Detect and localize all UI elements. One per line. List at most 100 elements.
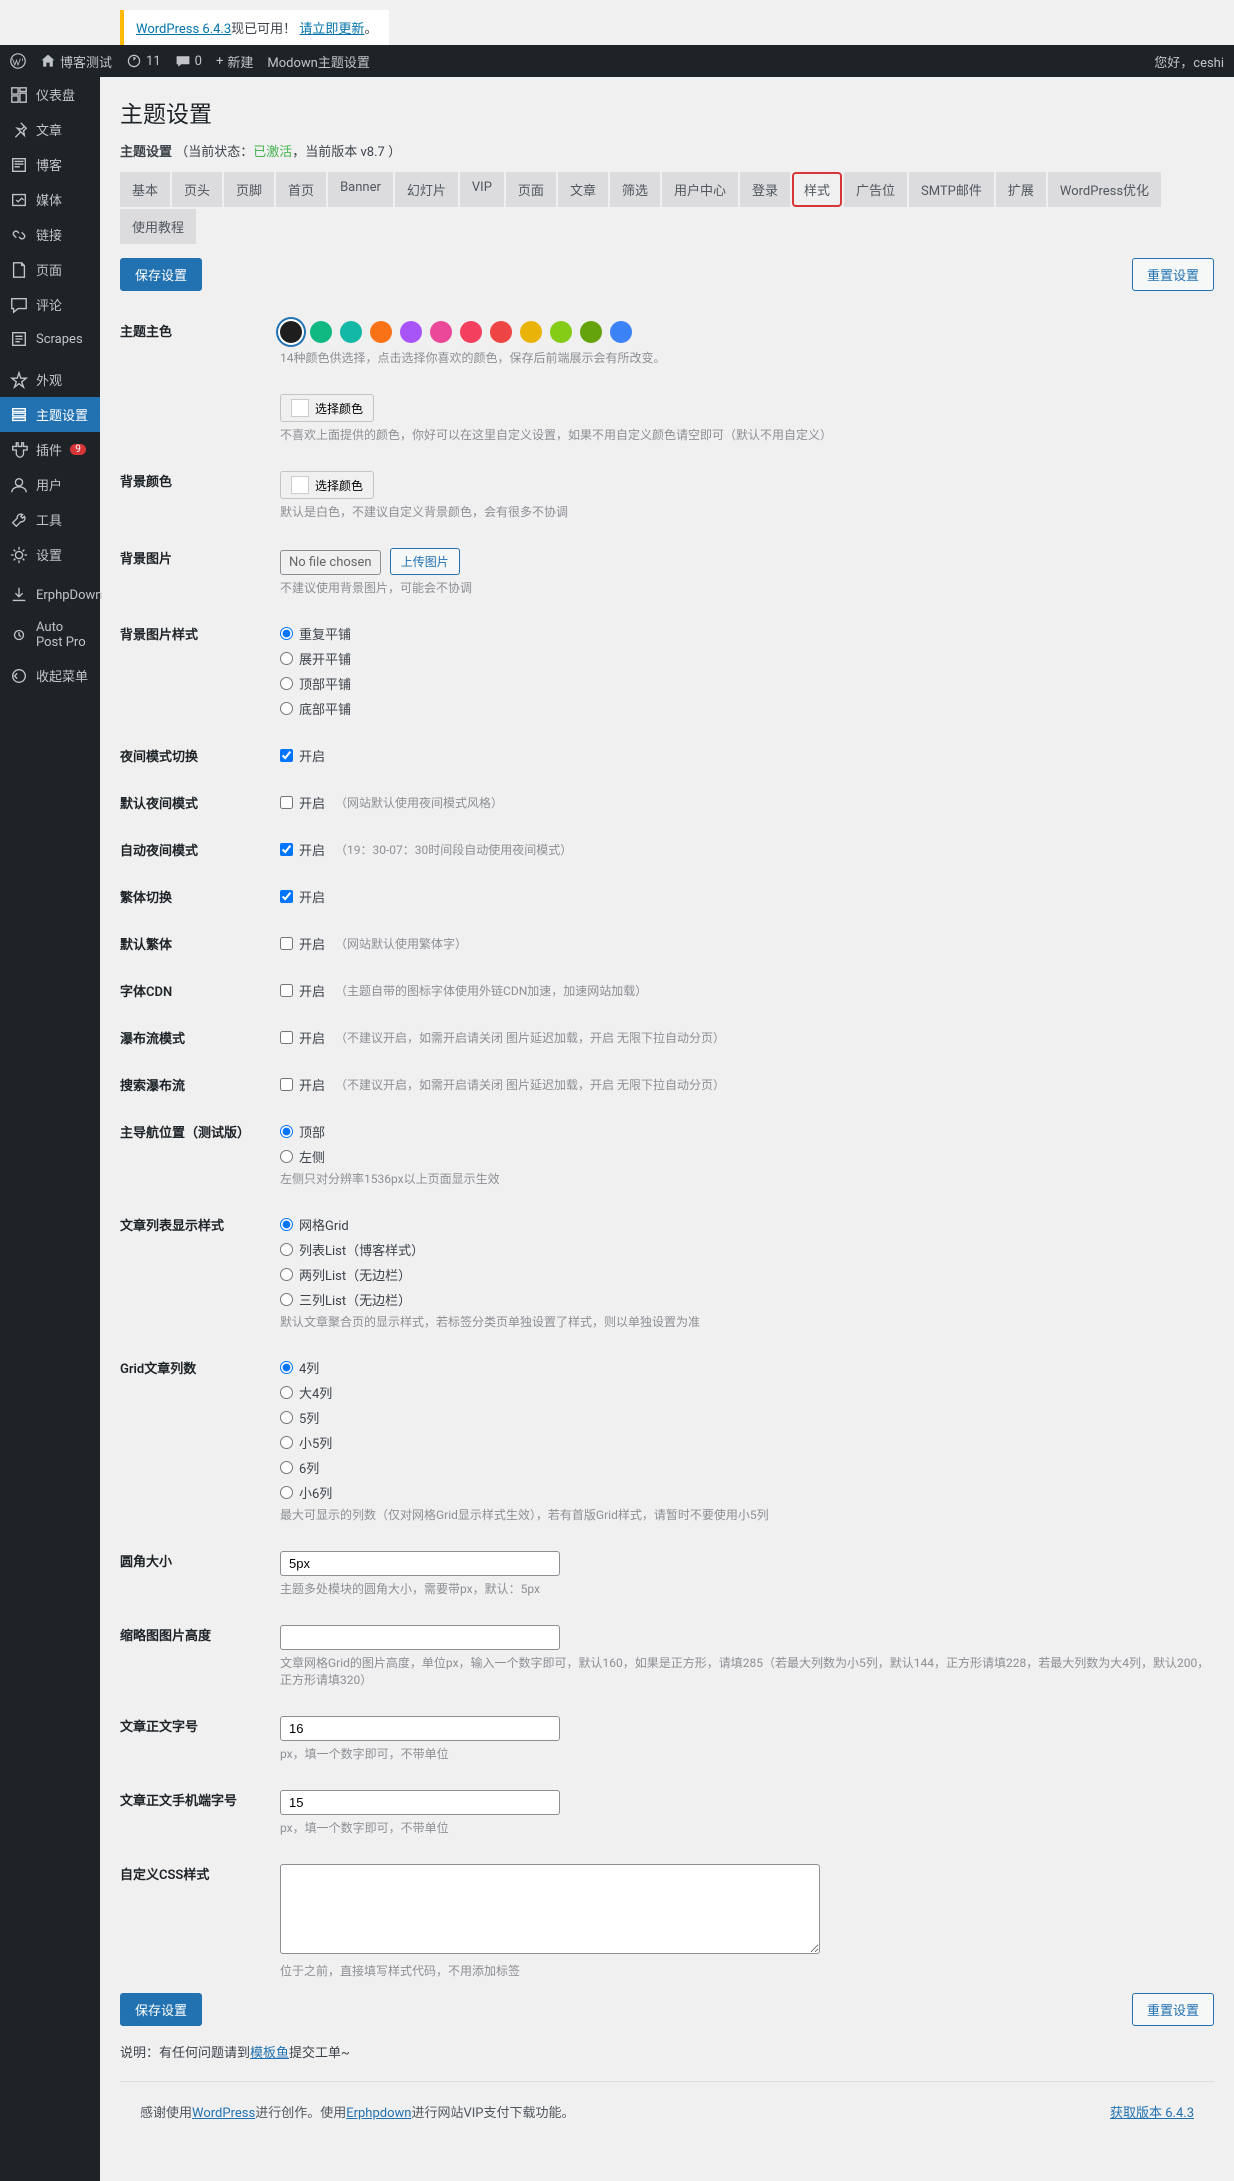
swatch-11[interactable]: [610, 321, 632, 343]
comments-count[interactable]: 0: [175, 53, 202, 69]
upload-button[interactable]: 上传图片: [390, 548, 460, 575]
menu-setting[interactable]: 设置: [0, 537, 100, 572]
swatch-7[interactable]: [490, 321, 512, 343]
help-link[interactable]: 模板鱼: [250, 2046, 289, 2061]
save-button-bottom[interactable]: 保存设置: [120, 1993, 202, 2026]
tab-3[interactable]: 首页: [276, 172, 326, 207]
bgstyle-option-0[interactable]: 重复平铺: [280, 624, 1214, 643]
night_default-check[interactable]: 开启 （网站默认使用夜间模式风格）: [280, 793, 1214, 812]
tab-8[interactable]: 文章: [558, 172, 608, 207]
gridcols-option-3[interactable]: 小5列: [280, 1433, 1214, 1452]
tab-14[interactable]: SMTP邮件: [909, 172, 994, 207]
swatch-10[interactable]: [580, 321, 602, 343]
menu-page[interactable]: 页面: [0, 252, 100, 287]
gridcols-option-1[interactable]: 大4列: [280, 1383, 1214, 1402]
menu-link[interactable]: 链接: [0, 217, 100, 252]
liststyle-option-0[interactable]: 网格Grid: [280, 1215, 1214, 1234]
bgcolor-button[interactable]: 选择颜色: [280, 471, 374, 499]
user-greeting[interactable]: 您好，ceshi: [1154, 52, 1224, 71]
menu-download[interactable]: ErphpDown: [0, 578, 100, 612]
wp-footer-link[interactable]: WordPress: [192, 2106, 255, 2121]
swatch-2[interactable]: [340, 321, 362, 343]
main-content: 主题设置 主题设置 （当前状态：已激活，当前版本 v8.7 ） 基本页头页脚首页…: [100, 77, 1234, 2181]
menu-auto[interactable]: Auto Post Pro: [0, 612, 100, 658]
bgstyle-option-3[interactable]: 底部平铺: [280, 699, 1214, 718]
site-name[interactable]: 博客测试: [40, 52, 112, 71]
menu-scrape[interactable]: Scrapes: [0, 322, 100, 356]
bgimg-input[interactable]: No file chosen: [280, 550, 381, 575]
waterfall-check[interactable]: 开启 （不建议开启，如需开启请关闭 图片延迟加载，开启 无限下拉自动分页）: [280, 1028, 1214, 1047]
fontsize-input[interactable]: [280, 1716, 560, 1741]
font_switch-check[interactable]: 开启: [280, 887, 1214, 906]
tab-0[interactable]: 基本: [120, 172, 170, 207]
menu-admin[interactable]: 主题设置: [0, 397, 100, 432]
version-link[interactable]: 获取版本 6.4.3: [1110, 2102, 1194, 2121]
tab-2[interactable]: 页脚: [224, 172, 274, 207]
swatch-1[interactable]: [310, 321, 332, 343]
tab-16[interactable]: WordPress优化: [1048, 172, 1161, 207]
custom-color-button[interactable]: 选择颜色: [280, 394, 374, 422]
liststyle-option-1[interactable]: 列表List（博客样式）: [280, 1240, 1214, 1259]
tab-6[interactable]: VIP: [460, 172, 504, 207]
tab-15[interactable]: 扩展: [996, 172, 1046, 207]
menu-user[interactable]: 用户: [0, 467, 100, 502]
menu-media[interactable]: 媒体: [0, 182, 100, 217]
menu-tool[interactable]: 工具: [0, 502, 100, 537]
tab-17[interactable]: 使用教程: [120, 209, 196, 244]
tab-7[interactable]: 页面: [506, 172, 556, 207]
swatch-6[interactable]: [460, 321, 482, 343]
navpos-option-0[interactable]: 顶部: [280, 1122, 1214, 1141]
night_switch-check[interactable]: 开启: [280, 746, 1214, 765]
update-now-link[interactable]: 请立即更新: [299, 22, 364, 37]
wp-logo[interactable]: [10, 53, 26, 69]
updates-count[interactable]: 11: [126, 53, 161, 69]
menu-dashboard[interactable]: 仪表盘: [0, 77, 100, 112]
bgstyle-option-2[interactable]: 顶部平铺: [280, 674, 1214, 693]
swatch-3[interactable]: [370, 321, 392, 343]
font_default-check[interactable]: 开启 （网站默认使用繁体字）: [280, 934, 1214, 953]
tab-5[interactable]: 幻灯片: [395, 172, 458, 207]
theme-option-link[interactable]: Modown主题设置: [267, 52, 369, 71]
bgstyle-option-1[interactable]: 展开平铺: [280, 649, 1214, 668]
liststyle-option-2[interactable]: 两列List（无边栏）: [280, 1265, 1214, 1284]
menu-comment[interactable]: 评论: [0, 287, 100, 322]
swatch-8[interactable]: [520, 321, 542, 343]
menu-appearance[interactable]: 外观: [0, 362, 100, 397]
gridcols-option-0[interactable]: 4列: [280, 1358, 1214, 1377]
navpos-option-1[interactable]: 左侧: [280, 1147, 1214, 1166]
gridcols-option-2[interactable]: 5列: [280, 1408, 1214, 1427]
liststyle-option-3[interactable]: 三列List（无边栏）: [280, 1290, 1214, 1309]
menu-plugin[interactable]: 插件9: [0, 432, 100, 467]
tab-9[interactable]: 筛选: [610, 172, 660, 207]
fontsizemobile-input[interactable]: [280, 1790, 560, 1815]
tab-13[interactable]: 广告位: [844, 172, 907, 207]
menu-blog[interactable]: 博客: [0, 147, 100, 182]
tab-11[interactable]: 登录: [740, 172, 790, 207]
gridcols-option-5[interactable]: 小6列: [280, 1483, 1214, 1502]
tab-10[interactable]: 用户中心: [662, 172, 738, 207]
font_cdn-check[interactable]: 开启 （主题自带的图标字体使用外链CDN加速，加速网站加载）: [280, 981, 1214, 1000]
tab-4[interactable]: Banner: [328, 172, 393, 207]
color-swatches: [280, 321, 1214, 343]
new-content[interactable]: + 新建: [216, 52, 253, 71]
tab-1[interactable]: 页头: [172, 172, 222, 207]
radius-input[interactable]: [280, 1551, 560, 1576]
customcss-input[interactable]: [280, 1864, 820, 1954]
menu-collapse[interactable]: 收起菜单: [0, 658, 100, 693]
night_auto-check[interactable]: 开启 （19：30-07：30时间段自动使用夜间模式）: [280, 840, 1214, 859]
swatch-9[interactable]: [550, 321, 572, 343]
search_wf-check[interactable]: 开启 （不建议开启，如需开启请关闭 图片延迟加载，开启 无限下拉自动分页）: [280, 1075, 1214, 1094]
tab-12[interactable]: 样式: [792, 172, 842, 207]
menu-pin[interactable]: 文章: [0, 112, 100, 147]
erphp-link[interactable]: Erphpdown: [346, 2106, 411, 2121]
swatch-5[interactable]: [430, 321, 452, 343]
swatch-4[interactable]: [400, 321, 422, 343]
swatch-0[interactable]: [280, 321, 302, 343]
gridcols-option-4[interactable]: 6列: [280, 1458, 1214, 1477]
footer: 感谢使用WordPress进行创作。使用Erphpdown进行网站VIP支付下载…: [120, 2081, 1214, 2141]
reset-button-bottom[interactable]: 重置设置: [1132, 1993, 1214, 2026]
wp-version-link[interactable]: WordPress 6.4.3: [136, 22, 231, 37]
thumbh-input[interactable]: [280, 1625, 560, 1650]
reset-button-top[interactable]: 重置设置: [1132, 258, 1214, 291]
save-button-top[interactable]: 保存设置: [120, 258, 202, 291]
